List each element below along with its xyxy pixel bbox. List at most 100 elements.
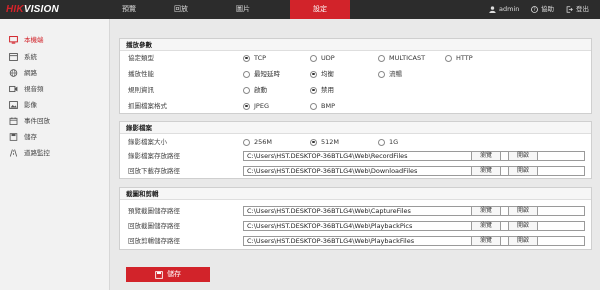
radio-perf-balanced[interactable]: 均衡 xyxy=(310,68,334,80)
playback-snapshot-open-button[interactable]: 開啟 xyxy=(508,221,538,231)
help-icon: ? xyxy=(531,6,538,13)
radio-size-512m[interactable]: 512M xyxy=(310,136,339,148)
radio-protocol-udp[interactable]: UDP xyxy=(310,52,335,64)
radio-dot xyxy=(243,70,250,78)
tab-settings[interactable]: 設定 xyxy=(290,0,350,19)
radio-dot xyxy=(445,54,452,62)
playback-snapshot-browse-button[interactable]: 瀏覽 xyxy=(471,221,501,231)
field-label: 抓圖檔案格式 xyxy=(128,102,167,110)
radio-perf-smooth[interactable]: 流暢 xyxy=(378,68,402,80)
sidebar-item-image[interactable]: 影像 xyxy=(0,98,110,112)
radio-protocol-multicast[interactable]: MULTICAST xyxy=(378,52,425,64)
field-label: 回放剪輯儲存路徑 xyxy=(128,237,180,245)
save-icon xyxy=(155,270,163,279)
sidebar-item-label: 本機端 xyxy=(24,36,44,44)
radio-dot xyxy=(378,138,385,146)
logout-label: 登出 xyxy=(576,5,589,13)
road-icon xyxy=(9,149,18,157)
tab-picture[interactable]: 圖片 xyxy=(220,0,266,19)
radio-format-jpeg[interactable]: JPEG xyxy=(243,100,269,112)
radio-protocol-http[interactable]: HTTP xyxy=(445,52,473,64)
radio-label: 最短延時 xyxy=(254,70,280,78)
protocol-row: 協定類型 TCP UDP MULTICAST HTTP xyxy=(120,52,591,64)
recording-files-panel: 錄影檔案 錄影檔案大小 256M 512M 1G 錄影檔案存放路徑 C:\Use… xyxy=(119,121,592,179)
brand-logo: HIKVISION xyxy=(6,4,59,15)
tab-playback[interactable]: 回放 xyxy=(158,0,204,19)
sidebar-item-local[interactable]: 本機端 xyxy=(0,33,110,47)
image-icon xyxy=(9,101,18,109)
radio-label: BMP xyxy=(321,102,335,110)
download-path-open-button[interactable]: 開啟 xyxy=(508,166,538,176)
radio-size-1g[interactable]: 1G xyxy=(378,136,398,148)
top-navigation-bar: HIKVISION 預覽 回放 圖片 設定 admin ? 協助 登出 xyxy=(0,0,600,19)
panel-title: 截圖和剪輯 xyxy=(120,188,591,200)
field-label: 協定類型 xyxy=(128,54,154,62)
radio-label: 流暢 xyxy=(389,70,402,78)
download-path-browse-button[interactable]: 瀏覽 xyxy=(471,166,501,176)
save-button[interactable]: 儲存 xyxy=(126,267,210,282)
radio-dot xyxy=(310,70,317,78)
radio-dot xyxy=(243,102,250,110)
radio-size-256m[interactable]: 256M xyxy=(243,136,272,148)
sidebar-item-label: 儲存 xyxy=(24,133,37,141)
playback-clip-open-button[interactable]: 開啟 xyxy=(508,236,538,246)
radio-perf-shortest-delay[interactable]: 最短延時 xyxy=(243,68,280,80)
system-icon xyxy=(9,53,18,61)
tab-preview[interactable]: 預覽 xyxy=(106,0,152,19)
sidebar-item-video-audio[interactable]: 視音頻 xyxy=(0,82,110,96)
sidebar-item-label: 事件回放 xyxy=(24,117,50,125)
radio-label: 512M xyxy=(321,138,340,146)
sidebar-item-label: 網路 xyxy=(24,69,37,77)
radio-label: 1G xyxy=(389,138,399,146)
radio-dot xyxy=(243,138,250,146)
radio-label: JPEG xyxy=(254,102,269,110)
field-label: 錄影檔案大小 xyxy=(128,138,167,146)
sidebar-item-label: 系統 xyxy=(24,53,37,61)
logout-icon xyxy=(566,6,573,13)
radio-dot xyxy=(310,138,317,146)
field-label: 預覽截圖儲存路徑 xyxy=(128,207,180,215)
field-label: 回放下載存放路徑 xyxy=(128,167,180,175)
user-menu[interactable]: admin xyxy=(489,0,519,19)
sidebar-item-road-monitoring[interactable]: 道路監控 xyxy=(0,146,110,160)
record-path-browse-button[interactable]: 瀏覽 xyxy=(471,151,501,161)
sidebar-item-storage[interactable]: 儲存 xyxy=(0,130,110,144)
performance-row: 播放性能 最短延時 均衡 流暢 xyxy=(120,68,591,80)
panel-title: 播放參數 xyxy=(120,39,591,51)
preview-snapshot-browse-button[interactable]: 瀏覽 xyxy=(471,206,501,216)
field-label: 錄影檔案存放路徑 xyxy=(128,152,180,160)
snapshot-clip-panel: 截圖和剪輯 預覽截圖儲存路徑 C:\Users\HST.DESKTOP-36BT… xyxy=(119,187,592,250)
download-path-row: 回放下載存放路徑 C:\Users\HST.DESKTOP-36BTLG4\We… xyxy=(120,165,591,177)
radio-label: MULTICAST xyxy=(389,54,426,62)
playback-snapshot-row: 回放截圖儲存路徑 C:\Users\HST.DESKTOP-36BTLG4\We… xyxy=(120,220,591,232)
file-size-row: 錄影檔案大小 256M 512M 1G xyxy=(120,136,591,148)
save-label: 儲存 xyxy=(167,270,181,278)
radio-label: 均衡 xyxy=(321,70,334,78)
preview-snapshot-row: 預覽截圖儲存路徑 C:\Users\HST.DESKTOP-36BTLG4\We… xyxy=(120,205,591,217)
playback-clip-row: 回放剪輯儲存路徑 C:\Users\HST.DESKTOP-36BTLG4\We… xyxy=(120,235,591,247)
sidebar: 本機端 系統 網路 視音頻 影像 事件回放 儲存 道路監控 xyxy=(0,19,110,290)
record-path-open-button[interactable]: 開啟 xyxy=(508,151,538,161)
sidebar-item-system[interactable]: 系統 xyxy=(0,50,110,64)
radio-protocol-tcp[interactable]: TCP xyxy=(243,52,266,64)
preview-snapshot-open-button[interactable]: 開啟 xyxy=(508,206,538,216)
radio-dot xyxy=(310,102,317,110)
radio-label: 啟動 xyxy=(254,86,267,94)
help-button[interactable]: ? 協助 xyxy=(531,0,554,19)
radio-rules-disable[interactable]: 禁用 xyxy=(310,84,334,96)
radio-label: HTTP xyxy=(456,54,473,62)
user-icon xyxy=(489,6,496,13)
radio-rules-enable[interactable]: 啟動 xyxy=(243,84,267,96)
radio-format-bmp[interactable]: BMP xyxy=(310,100,335,112)
radio-label: 禁用 xyxy=(321,86,334,94)
logout-button[interactable]: 登出 xyxy=(566,0,589,19)
sidebar-item-network[interactable]: 網路 xyxy=(0,66,110,80)
monitor-icon xyxy=(9,36,18,44)
playback-params-panel: 播放參數 協定類型 TCP UDP MULTICAST HTTP 播放性能 最短… xyxy=(119,38,592,114)
sidebar-item-label: 視音頻 xyxy=(24,85,44,93)
playback-clip-browse-button[interactable]: 瀏覽 xyxy=(471,236,501,246)
radio-label: TCP xyxy=(254,54,267,62)
radio-label: 256M xyxy=(254,138,273,146)
sidebar-item-label: 道路監控 xyxy=(24,149,50,157)
sidebar-item-event-playback[interactable]: 事件回放 xyxy=(0,114,110,128)
